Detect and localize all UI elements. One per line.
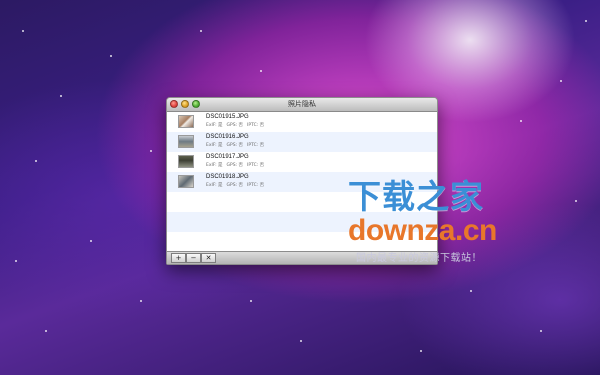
site-watermark: 下载之家 downza.cn (348, 178, 508, 246)
add-photo-button[interactable]: + (171, 253, 186, 263)
photo-metadata: ExIF: 是 GPS: 否 IPTC: 否 (206, 143, 265, 148)
watermark-domain: downza.cn (348, 214, 497, 247)
photo-row[interactable]: DSC01917.JPG ExIF: 是 GPS: 否 IPTC: 否 (167, 152, 437, 172)
photo-metadata: ExIF: 是 GPS: 否 IPTC: 否 (206, 123, 265, 128)
photo-thumbnail (178, 155, 194, 168)
photo-filename: DSC01916.JPG (206, 134, 249, 140)
watermark-slogan: 国内最专业的资源下载站！ (356, 253, 482, 264)
photo-thumbnail (178, 175, 194, 188)
photo-metadata: ExIF: 是 GPS: 否 IPTC: 否 (206, 163, 265, 168)
photo-filename: DSC01917.JPG (206, 154, 249, 160)
photo-metadata: ExIF: 是 GPS: 否 IPTC: 否 (206, 183, 265, 188)
photo-filename: DSC01918.JPG (206, 174, 249, 180)
photo-row[interactable]: DSC01916.JPG ExIF: 是 GPS: 否 IPTC: 否 (167, 132, 437, 152)
remove-photo-button[interactable]: − (186, 253, 201, 263)
title-bar[interactable]: 照片隐私 (167, 98, 437, 112)
photo-thumbnail (178, 115, 194, 128)
watermark-chinese-name: 下载之家 (348, 177, 484, 216)
window-title: 照片隐私 (288, 100, 316, 108)
clear-metadata-button[interactable]: ✕ (201, 253, 216, 263)
photo-thumbnail (178, 135, 194, 148)
photo-filename: DSC01915.JPG (206, 114, 249, 120)
photo-row[interactable]: DSC01915.JPG ExIF: 是 GPS: 否 IPTC: 否 (167, 112, 437, 132)
